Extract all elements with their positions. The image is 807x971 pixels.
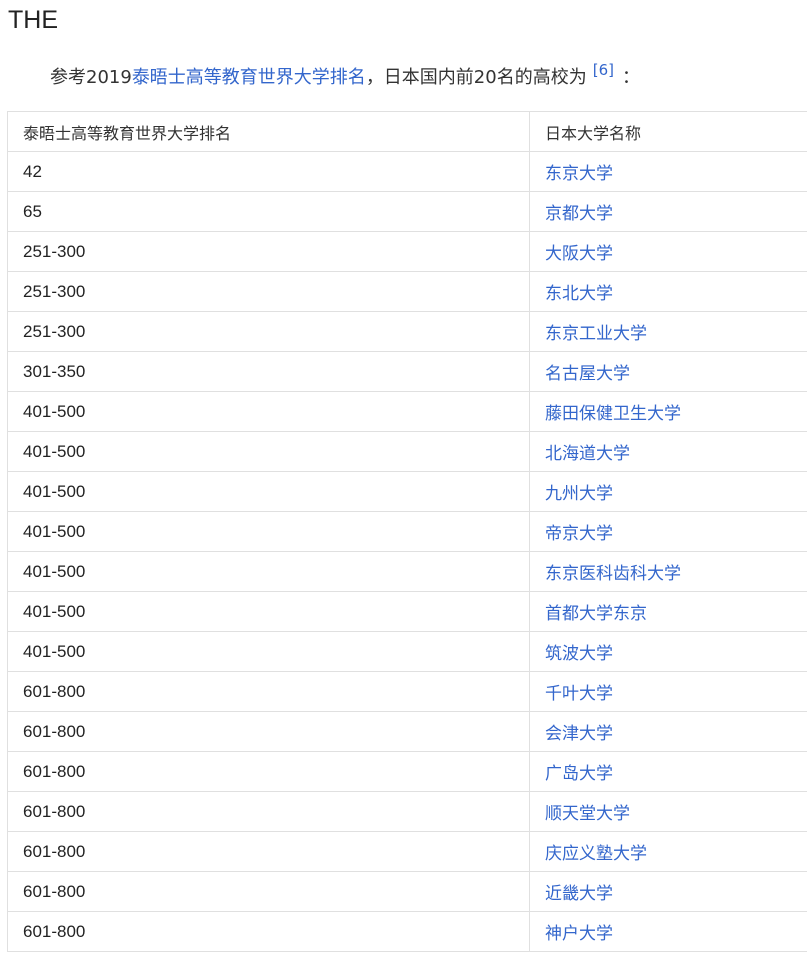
university-cell: 会津大学 [529,711,807,752]
university-link[interactable]: 东京医科齿科大学 [545,564,681,584]
university-link[interactable]: 帝京大学 [545,524,613,544]
university-link[interactable]: 京都大学 [545,204,613,224]
university-cell: 筑波大学 [529,631,807,672]
rank-cell: 401-500 [7,431,530,472]
rank-cell: 401-500 [7,511,530,552]
university-cell: 东京大学 [529,151,807,192]
university-link[interactable]: 大阪大学 [545,244,613,264]
intro-suffix: ，日本国内前20名的高校为 [365,67,587,88]
table-row: 401-500 东京医科齿科大学 [7,551,807,592]
rank-cell: 401-500 [7,631,530,672]
table-row: 601-800 神户大学 [7,911,807,952]
rank-cell: 401-500 [7,391,530,432]
table-row: 251-300 大阪大学 [7,231,807,272]
table-row: 401-500 藤田保健卫生大学 [7,391,807,432]
table-row: 601-800 庆应义塾大学 [7,831,807,872]
rank-cell: 401-500 [7,591,530,632]
university-link[interactable]: 东京工业大学 [545,324,647,344]
table-row: 601-800 顺天堂大学 [7,791,807,832]
rank-cell: 601-800 [7,791,530,832]
table-row: 301-350 名古屋大学 [7,351,807,392]
university-cell: 大阪大学 [529,231,807,272]
university-link[interactable]: 庆应义塾大学 [545,844,647,864]
table-row: 65 京都大学 [7,191,807,232]
university-cell: 千叶大学 [529,671,807,712]
table-row: 601-800 广岛大学 [7,751,807,792]
intro-prefix: 参考2019 [50,67,132,88]
rank-cell: 42 [7,151,530,192]
university-link[interactable]: 首都大学东京 [545,604,647,624]
university-cell: 北海道大学 [529,431,807,472]
university-cell: 帝京大学 [529,511,807,552]
university-cell: 藤田保健卫生大学 [529,391,807,432]
university-cell: 九州大学 [529,471,807,512]
rank-cell: 601-800 [7,751,530,792]
rank-cell: 601-800 [7,831,530,872]
table-row: 601-800 近畿大学 [7,871,807,912]
university-cell: 东京医科齿科大学 [529,551,807,592]
rank-cell: 401-500 [7,551,530,592]
rank-cell: 601-800 [7,711,530,752]
university-link[interactable]: 北海道大学 [545,444,630,464]
university-cell: 广岛大学 [529,751,807,792]
ranking-table: 泰晤士高等教育世界大学排名 日本大学名称 42 东京大学 65 京都大学 251-300… [7,111,807,952]
university-cell: 顺天堂大学 [529,791,807,832]
table-row: 401-500 筑波大学 [7,631,807,672]
rank-cell: 251-300 [7,271,530,312]
table-row: 601-800 千叶大学 [7,671,807,712]
university-link[interactable]: 神户大学 [545,924,613,944]
university-link[interactable]: 广岛大学 [545,764,613,784]
university-cell: 首都大学东京 [529,591,807,632]
university-link[interactable]: 东北大学 [545,284,613,304]
university-link[interactable]: 藤田保健卫生大学 [545,404,681,424]
university-cell: 京都大学 [529,191,807,232]
rank-cell: 251-300 [7,231,530,272]
university-cell: 神户大学 [529,911,807,952]
table-row: 401-500 帝京大学 [7,511,807,552]
table-row: 42 东京大学 [7,151,807,192]
section-title: THE [8,6,58,34]
table-row: 601-800 会津大学 [7,711,807,752]
university-link[interactable]: 会津大学 [545,724,613,744]
university-link[interactable]: 近畿大学 [545,884,613,904]
university-cell: 庆应义塾大学 [529,831,807,872]
university-link[interactable]: 顺天堂大学 [545,804,630,824]
university-link[interactable]: 名古屋大学 [545,364,630,384]
table-row: 401-500 首都大学东京 [7,591,807,632]
table-row: 401-500 北海道大学 [7,431,807,472]
rank-cell: 251-300 [7,311,530,352]
university-cell: 东京工业大学 [529,311,807,352]
rank-cell: 601-800 [7,871,530,912]
university-cell: 名古屋大学 [529,351,807,392]
university-link[interactable]: 九州大学 [545,484,613,504]
table-body: 42 东京大学 65 京都大学 251-300 大阪大学 251-300 东北大学 251-30… [7,151,807,952]
table-row: 251-300 东北大学 [7,271,807,312]
rank-cell: 401-500 [7,471,530,512]
reference-link[interactable]: [6] [593,61,614,79]
university-link[interactable]: 千叶大学 [545,684,613,704]
rank-cell: 301-350 [7,351,530,392]
university-link[interactable]: 筑波大学 [545,644,613,664]
intro-paragraph: 参考2019泰晤士高等教育世界大学排名，日本国内前20名的高校为 [6] ： [50,55,640,93]
university-cell: 东北大学 [529,271,807,312]
table-row: 251-300 东京工业大学 [7,311,807,352]
table-row: 401-500 九州大学 [7,471,807,512]
ranking-link[interactable]: 泰晤士高等教育世界大学排名 [132,67,366,88]
rank-cell: 601-800 [7,671,530,712]
rank-cell: 601-800 [7,911,530,952]
intro-tail: ： [621,67,640,88]
rank-cell: 65 [7,191,530,232]
university-link[interactable]: 东京大学 [545,164,613,184]
header-university: 日本大学名称 [529,111,807,152]
table-header-row: 泰晤士高等教育世界大学排名 日本大学名称 [7,111,807,152]
university-cell: 近畿大学 [529,871,807,912]
header-rank: 泰晤士高等教育世界大学排名 [7,111,530,152]
